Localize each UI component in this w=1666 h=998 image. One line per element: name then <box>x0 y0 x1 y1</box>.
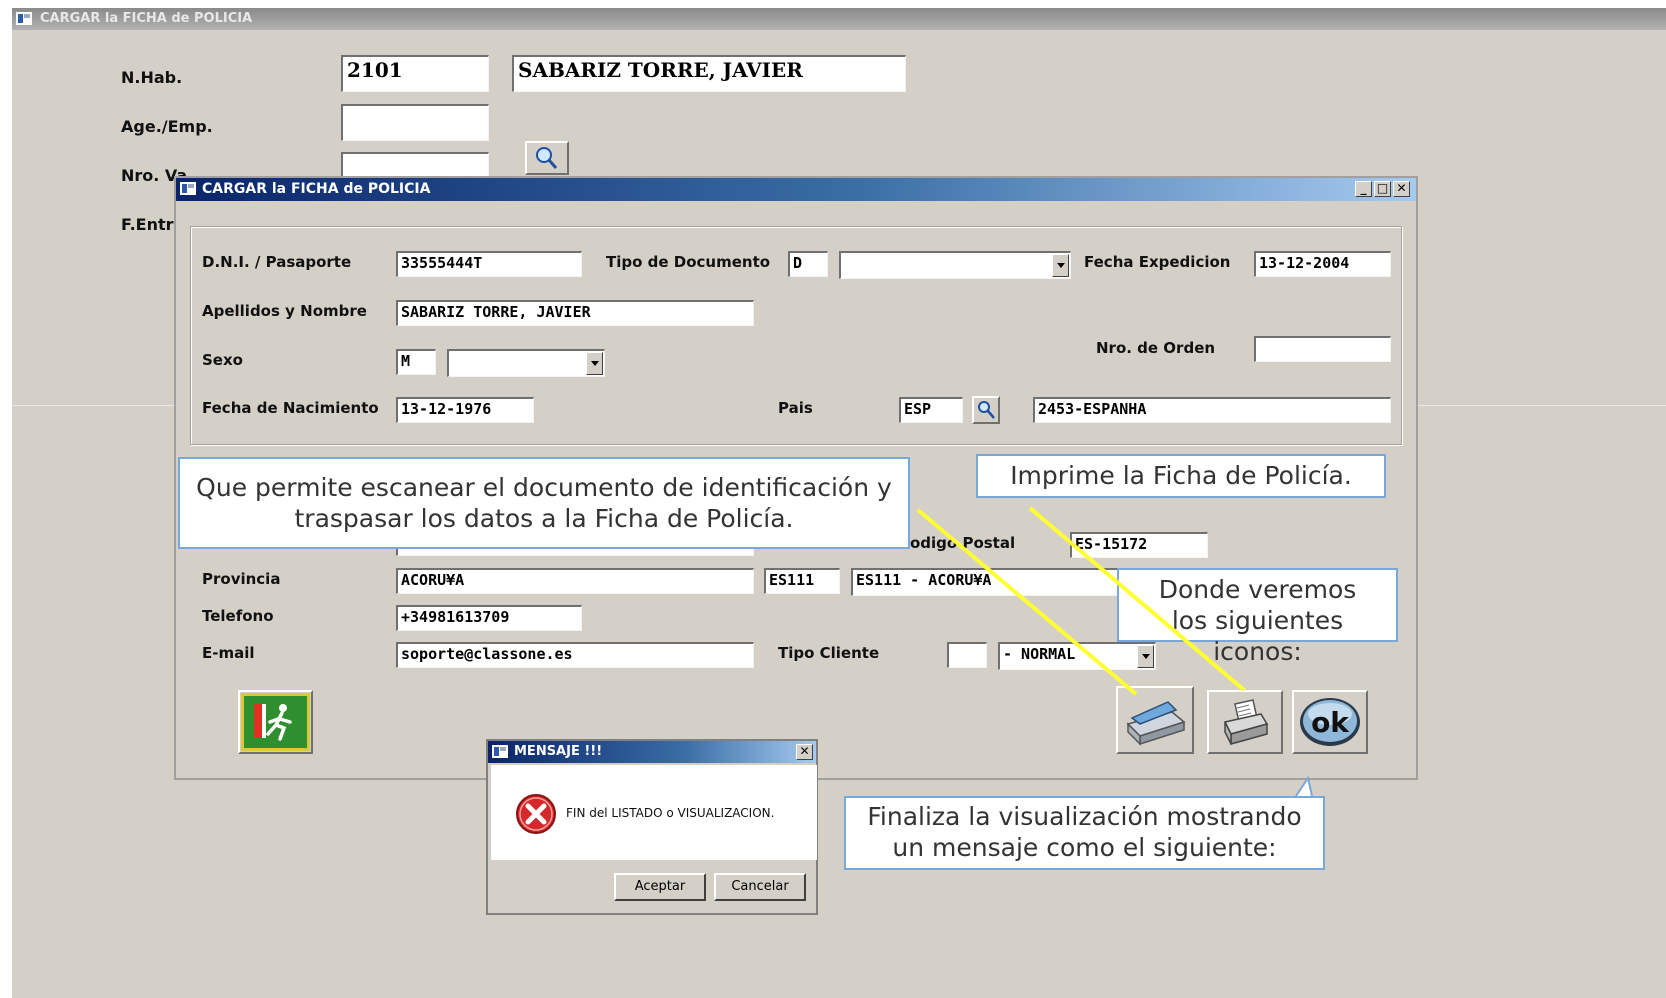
message-title: MENSAJE !!! <box>514 744 603 759</box>
message-text: FIN del LISTADO o VISUALIZACION. <box>566 806 775 820</box>
error-x-icon <box>516 794 556 834</box>
scan-pointer-line <box>916 508 1138 696</box>
cancel-button[interactable]: Cancelar <box>714 873 806 901</box>
print-pointer-line <box>1028 506 1246 692</box>
callout-pointer-lines <box>916 506 1313 797</box>
message-title-bar: MENSAJE !!! ✕ <box>488 741 816 763</box>
finish-callout-tail <box>1295 775 1313 797</box>
message-close-button[interactable]: ✕ <box>796 744 813 760</box>
message-app-icon <box>492 745 508 758</box>
accept-button[interactable]: Aceptar <box>614 873 706 901</box>
